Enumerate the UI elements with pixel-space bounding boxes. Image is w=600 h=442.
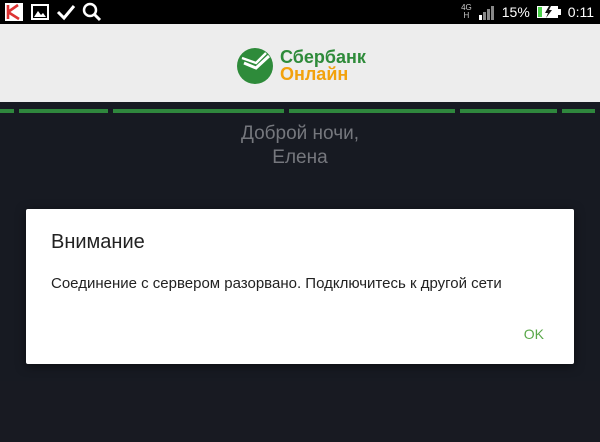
status-bar: 4G H 15% 0:11	[0, 0, 600, 24]
dialog-message: Соединение с сервером разорвано. Подключ…	[51, 275, 502, 292]
battery-percent: 15%	[501, 4, 530, 20]
notification-icons	[4, 2, 102, 22]
sberbank-logo: Сбербанк Онлайн	[236, 46, 366, 86]
ok-button[interactable]: OK	[524, 326, 544, 342]
clock: 0:11	[567, 4, 594, 20]
check-icon	[56, 5, 76, 21]
gallery-icon	[31, 4, 49, 20]
system-status: 4G H 15% 0:11	[461, 0, 594, 24]
search-icon	[82, 2, 102, 22]
battery-charging-icon	[536, 6, 561, 18]
app-header: Сбербанк Онлайн	[0, 24, 600, 113]
dialog-title: Внимание	[51, 231, 145, 253]
sberbank-logo-icon	[237, 48, 273, 84]
signal-icon	[478, 6, 494, 20]
kaspersky-icon	[5, 3, 23, 21]
logo-line-2: Онлайн	[280, 64, 349, 84]
network-type-label: 4G H	[461, 3, 472, 20]
alert-dialog: Внимание Соединение с сервером разорвано…	[26, 209, 574, 364]
